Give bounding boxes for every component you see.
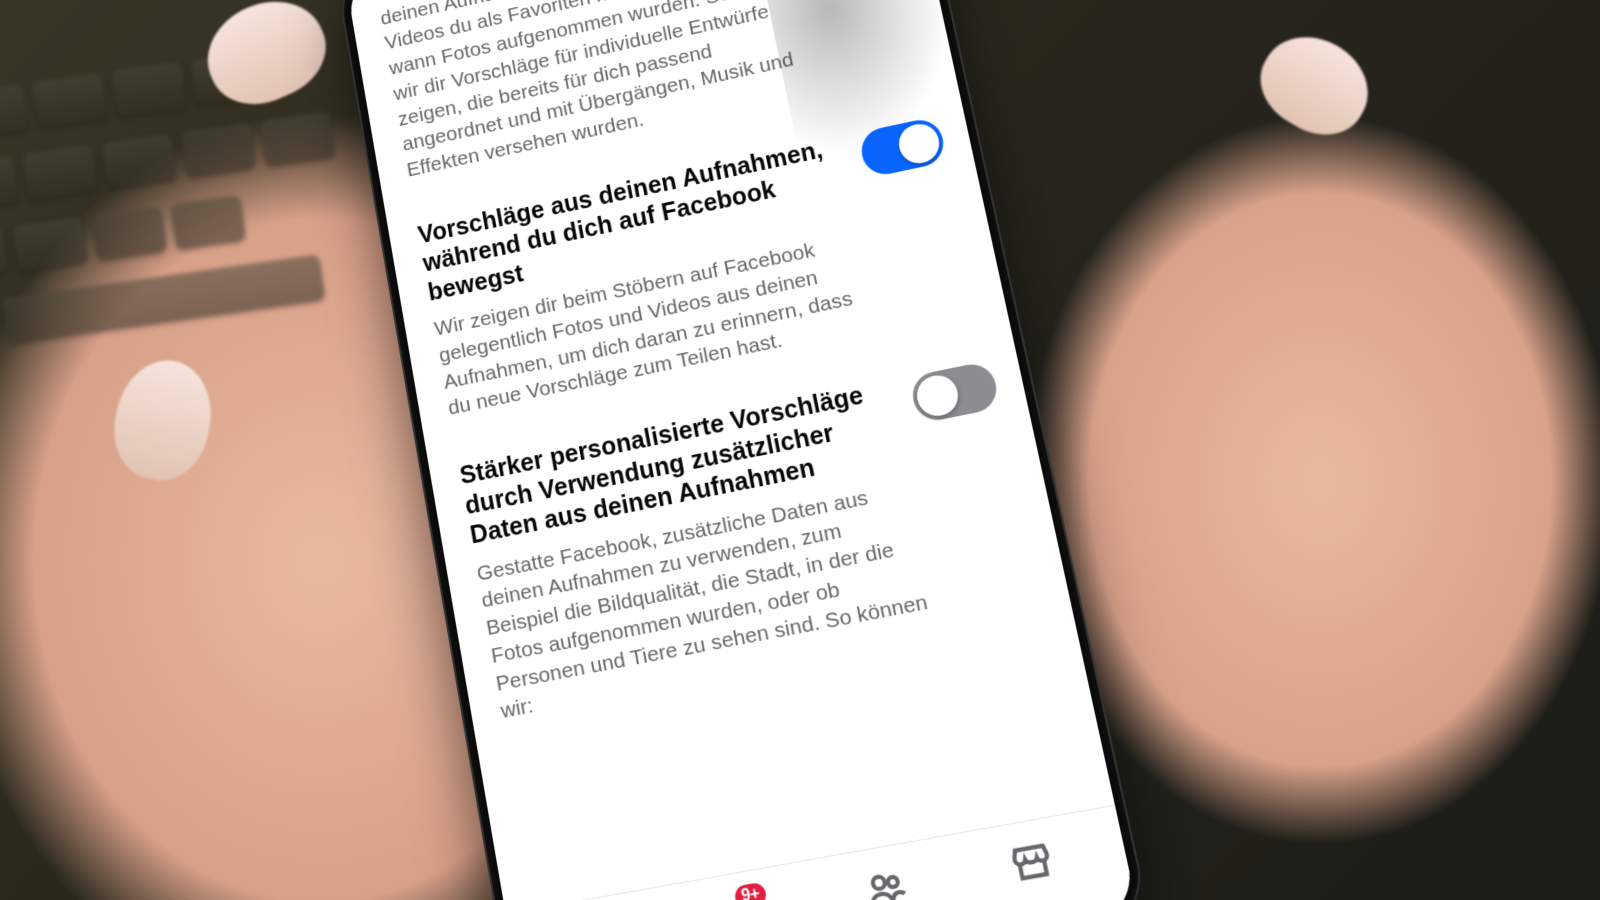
settings-list: Personalisierte Vorschläge zum Teilen au… — [345, 0, 1111, 896]
toggle-knob — [913, 372, 961, 420]
toggle-knob — [895, 120, 942, 166]
phone-screen: …walten. Personalisierte Vorschläge zum … — [345, 0, 1139, 900]
phone-frame: …walten. Personalisierte Vorschläge zum … — [334, 0, 1152, 900]
tab-video[interactable]: 9+ — [707, 883, 778, 900]
notification-badge: 9+ — [731, 879, 770, 900]
photo-scene: …walten. Personalisierte Vorschläge zum … — [0, 0, 1600, 900]
toggle-extra-data[interactable] — [909, 360, 1001, 424]
toggle-browsing-suggestions[interactable] — [857, 116, 947, 179]
tab-friends[interactable] — [850, 857, 923, 900]
tab-marketplace[interactable] — [995, 831, 1069, 897]
marketplace-icon — [1006, 837, 1058, 892]
phone: …walten. Personalisierte Vorschläge zum … — [311, 0, 1129, 900]
friends-icon — [861, 863, 912, 900]
hand-detail — [1245, 19, 1385, 152]
